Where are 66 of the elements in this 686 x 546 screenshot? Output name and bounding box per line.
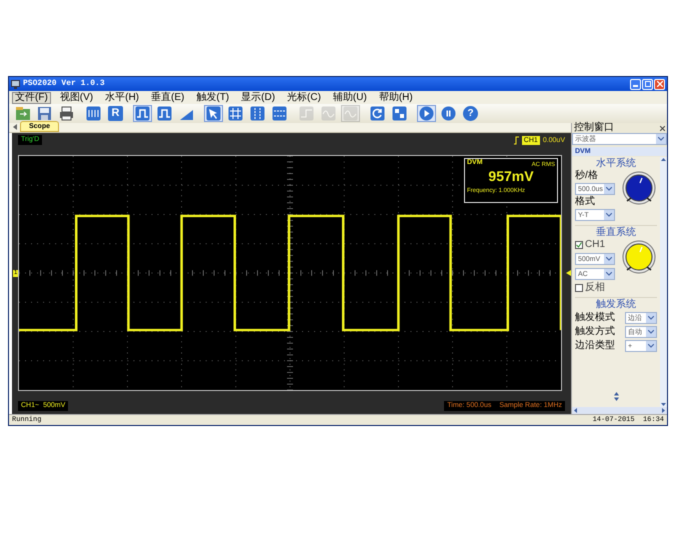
open-icon[interactable] bbox=[13, 105, 32, 122]
close-button[interactable] bbox=[654, 78, 665, 90]
knob-icon[interactable] bbox=[621, 240, 657, 276]
spin-arrows-icon[interactable] bbox=[614, 392, 618, 401]
maximize-icon bbox=[644, 81, 650, 87]
dropdown-arrow-icon bbox=[646, 327, 656, 337]
knob-icon[interactable] bbox=[621, 171, 657, 207]
scroll-left-icon[interactable] bbox=[574, 408, 577, 413]
window-title: PSO2020 Ver 1.0.3 bbox=[23, 80, 105, 88]
zoom-icon[interactable] bbox=[390, 105, 409, 122]
grid-icon[interactable] bbox=[226, 105, 245, 122]
scroll-up-icon[interactable] bbox=[661, 158, 666, 161]
play-icon[interactable] bbox=[417, 105, 436, 122]
field-label: 边沿类型 bbox=[575, 341, 615, 351]
menu-item[interactable]: 辅助(U) bbox=[330, 92, 370, 104]
dropdown-arrow-icon bbox=[604, 269, 614, 279]
field-label: 触发模式 bbox=[575, 313, 615, 323]
dropdown-arrow-icon bbox=[646, 313, 656, 323]
dropdown-arrow-icon bbox=[604, 254, 614, 264]
scroll-right-icon[interactable] bbox=[662, 408, 665, 413]
checkbox[interactable] bbox=[575, 284, 583, 292]
minimize-button[interactable] bbox=[630, 78, 641, 90]
print-icon[interactable] bbox=[57, 105, 76, 122]
scrollbar[interactable] bbox=[660, 157, 667, 407]
menu-item[interactable]: 文件(F) bbox=[12, 92, 51, 104]
section-title: 触发系统 bbox=[595, 300, 637, 310]
panel-title: 控制窗口 bbox=[574, 123, 614, 133]
menu-item[interactable]: 垂直(E) bbox=[148, 92, 188, 104]
trigger-edge-icon bbox=[514, 136, 519, 144]
horizontal-scrollbar[interactable] bbox=[572, 407, 667, 414]
monitor-icon bbox=[11, 80, 20, 88]
r-icon[interactable]: R bbox=[106, 105, 125, 122]
refresh-icon[interactable] bbox=[368, 105, 387, 122]
minimize-icon bbox=[633, 84, 638, 86]
menu-item[interactable]: 触发(T) bbox=[193, 92, 232, 104]
field-label: 秒/格 bbox=[575, 171, 599, 181]
measure-icon[interactable] bbox=[84, 105, 103, 122]
menu-item[interactable]: 显示(D) bbox=[238, 92, 278, 104]
help-icon[interactable]: ? bbox=[461, 105, 480, 122]
checkbox[interactable] bbox=[575, 241, 583, 249]
save-icon[interactable] bbox=[35, 105, 54, 122]
pause-icon[interactable] bbox=[439, 105, 458, 122]
pulse-icon[interactable] bbox=[133, 105, 152, 122]
section-title: 垂直系统 bbox=[595, 228, 637, 238]
vertical-cursor-icon[interactable] bbox=[248, 105, 267, 122]
dropdown-arrow-icon bbox=[646, 341, 656, 351]
section-title: 水平系统 bbox=[595, 159, 637, 169]
dropdown-arrow-icon bbox=[656, 134, 666, 144]
maximize-button[interactable] bbox=[642, 78, 653, 90]
checkbox-label: 反相 bbox=[585, 283, 605, 293]
field-label: 触发方式 bbox=[575, 327, 615, 337]
menu-item[interactable]: 水平(H) bbox=[102, 92, 142, 104]
dropdown-arrow-icon bbox=[604, 184, 614, 194]
menu-item[interactable]: 光标(C) bbox=[284, 92, 324, 104]
close-icon[interactable] bbox=[660, 126, 665, 130]
checkbox-label: CH1 bbox=[585, 240, 606, 250]
dvm-reading: 957mV bbox=[487, 169, 535, 183]
menu-item[interactable]: 视图(V) bbox=[56, 92, 96, 104]
scroll-left-icon[interactable] bbox=[13, 124, 17, 130]
field-label: 格式 bbox=[575, 197, 596, 207]
close-icon bbox=[656, 81, 662, 87]
cursor-icon[interactable] bbox=[204, 105, 223, 122]
pulse-icon[interactable] bbox=[155, 105, 174, 122]
horizontal-cursor-icon[interactable] bbox=[270, 105, 289, 122]
dropdown-arrow-icon bbox=[604, 210, 614, 220]
menu-item[interactable]: 帮助(H) bbox=[376, 92, 416, 104]
